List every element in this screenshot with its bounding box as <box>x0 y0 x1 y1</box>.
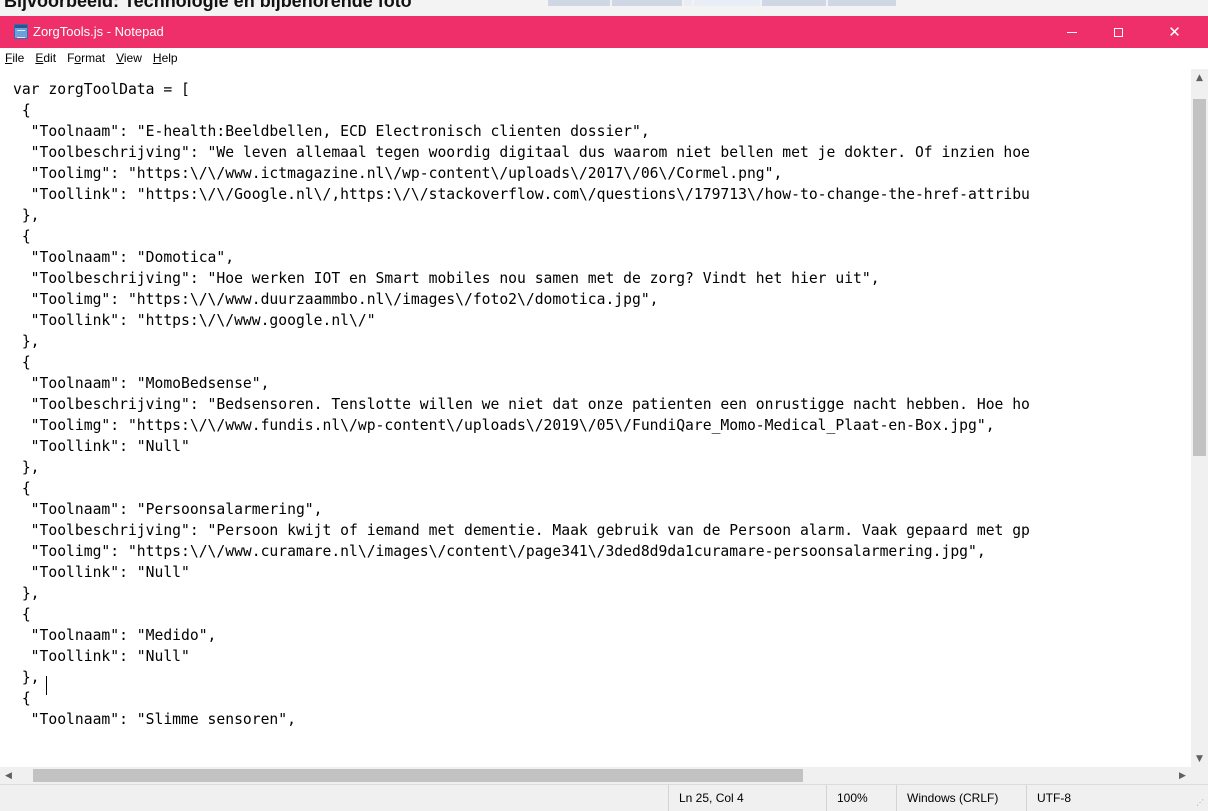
menu-edit[interactable]: Edit <box>29 49 61 68</box>
code-line: "Toolimg": "https:\/\/www.fundis.nl\/wp-… <box>13 417 995 434</box>
menu-help[interactable]: Help <box>147 49 183 68</box>
editor-content[interactable]: var zorgToolData = [ { "Toolnaam": "E-he… <box>13 79 1030 730</box>
maximize-button[interactable] <box>1095 16 1141 48</box>
code-line: }, <box>13 333 40 350</box>
code-line: "Toollink": "Null" <box>13 648 190 665</box>
scroll-right-icon[interactable]: ▶ <box>1174 767 1191 784</box>
code-line: "Toolnaam": "E-health:Beeldbellen, ECD E… <box>13 123 650 140</box>
vertical-scroll-thumb[interactable] <box>1193 99 1206 456</box>
menu-file[interactable]: File <box>0 49 29 68</box>
background-app-strip: Bijvoorbeeld: Technologie en bijbehorend… <box>0 0 1208 16</box>
code-line: { <box>13 480 31 497</box>
scroll-left-icon[interactable]: ◀ <box>0 767 17 784</box>
maximize-icon <box>1113 27 1123 37</box>
code-line: "Toolimg": "https:\/\/www.curamare.nl\/i… <box>13 543 986 560</box>
code-line: "Toolimg": "https:\/\/www.ictmagazine.nl… <box>13 165 783 182</box>
code-line: "Toolimg": "https:\/\/www.duurzaammbo.nl… <box>13 291 659 308</box>
notepad-icon <box>14 24 28 39</box>
cursor-position: Ln 25, Col 4 <box>668 785 826 811</box>
window-title: ZorgTools.js - Notepad <box>33 24 164 39</box>
text-caret <box>46 676 47 695</box>
close-icon: ✕ <box>1168 22 1181 41</box>
code-line: "Toollink": "Null" <box>13 438 190 455</box>
horizontal-scrollbar[interactable]: ◀ ▶ <box>0 767 1191 784</box>
scrollbar-corner <box>1191 767 1208 784</box>
code-line: }, <box>13 585 40 602</box>
menu-bar: File Edit Format View Help <box>0 48 1208 69</box>
background-app-text: Bijvoorbeeld: Technologie en bijbehorend… <box>4 0 412 11</box>
encoding: UTF-8 <box>1026 785 1194 811</box>
title-bar[interactable]: ZorgTools.js - Notepad ✕ <box>0 16 1208 48</box>
code-line: "Toolbeschrijving": "Persoon kwijt of ie… <box>13 522 1030 539</box>
code-line: }, <box>13 459 40 476</box>
scroll-down-icon[interactable]: ▼ <box>1191 750 1208 767</box>
vertical-scrollbar[interactable]: ▲ ▼ <box>1191 69 1208 767</box>
code-line: "Toolnaam": "Medido", <box>13 627 217 644</box>
code-line: "Toollink": "https:\/\/Google.nl\/,https… <box>13 186 1030 203</box>
code-line: var zorgToolData = [ <box>13 81 190 98</box>
minimize-button[interactable] <box>1049 16 1095 48</box>
code-line: "Toolbeschrijving": "Bedsensoren. Tenslo… <box>13 396 1030 413</box>
resize-grip-icon[interactable]: ⋰ <box>1196 799 1204 807</box>
menu-view[interactable]: View <box>110 49 147 68</box>
close-button[interactable]: ✕ <box>1141 16 1208 48</box>
scroll-up-icon[interactable]: ▲ <box>1191 69 1208 86</box>
status-bar: Ln 25, Col 4 100% Windows (CRLF) UTF-8 ⋰ <box>0 784 1208 811</box>
code-line: { <box>13 690 31 707</box>
code-line: "Toollink": "Null" <box>13 564 190 581</box>
code-line: "Toolnaam": "Persoonsalarmering", <box>13 501 323 518</box>
code-line: "Toolnaam": "MomoBedsense", <box>13 375 270 392</box>
minimize-icon <box>1067 31 1077 33</box>
notepad-screen: Bijvoorbeeld: Technologie en bijbehorend… <box>0 0 1208 811</box>
code-line: { <box>13 606 31 623</box>
code-line: }, <box>13 669 40 686</box>
code-line: "Toolnaam": "Slimme sensoren", <box>13 711 296 728</box>
code-line: "Toolbeschrijving": "We leven allemaal t… <box>13 144 1030 161</box>
code-line: }, <box>13 207 40 224</box>
code-line: "Toollink": "https:\/\/www.google.nl\/" <box>13 312 376 329</box>
line-ending: Windows (CRLF) <box>896 785 1026 811</box>
code-line: { <box>13 102 31 119</box>
horizontal-scroll-thumb[interactable] <box>33 769 803 782</box>
code-line: { <box>13 228 31 245</box>
text-editor[interactable]: var zorgToolData = [ { "Toolnaam": "E-he… <box>0 69 1191 767</box>
code-line: "Toolnaam": "Domotica", <box>13 249 235 266</box>
menu-format[interactable]: Format <box>61 49 110 68</box>
background-app-style-boxes <box>548 0 898 6</box>
code-line: "Toolbeschrijving": "Hoe werken IOT en S… <box>13 270 880 287</box>
zoom-level: 100% <box>826 785 896 811</box>
code-line: { <box>13 354 31 371</box>
